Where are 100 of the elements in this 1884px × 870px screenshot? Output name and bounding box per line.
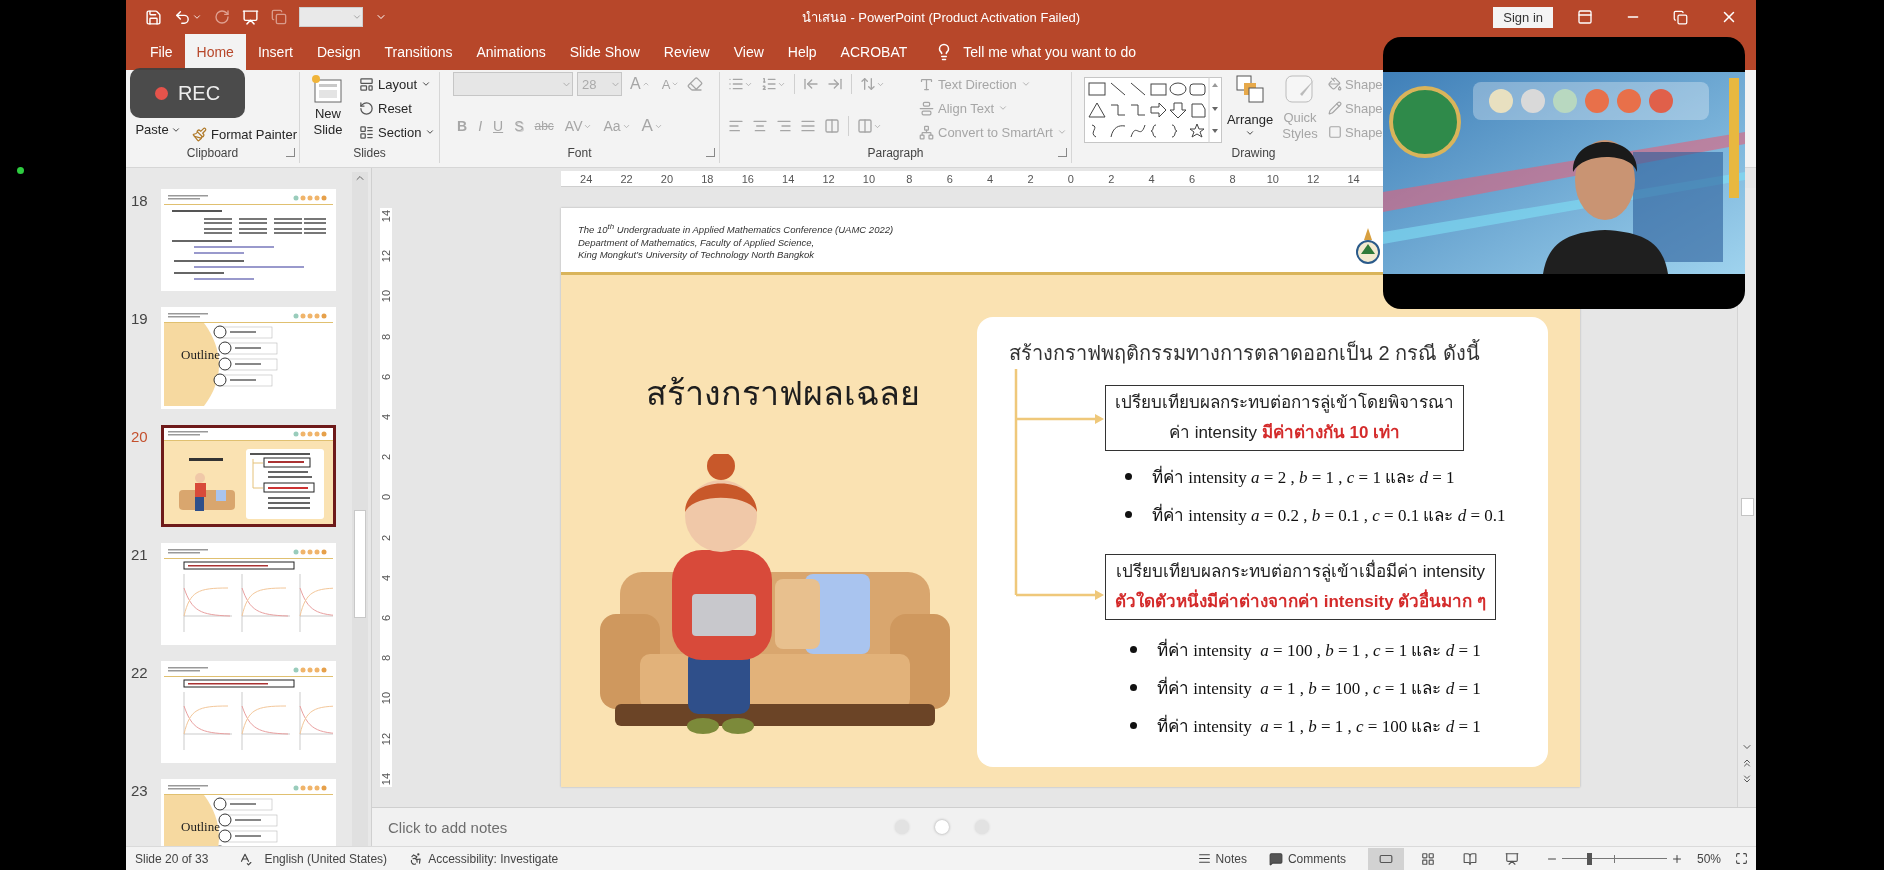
bullets-icon[interactable]	[728, 76, 744, 92]
ruler-label: 0	[380, 494, 392, 501]
zoom-thumb[interactable]	[1587, 852, 1593, 865]
layout-icon[interactable]	[359, 76, 374, 92]
fit-slide-icon[interactable]	[1735, 852, 1748, 865]
align-center-icon[interactable]	[752, 118, 768, 134]
ruler-label: 12	[380, 732, 392, 745]
notes-field[interactable]: Click to add notes	[386, 817, 786, 837]
restore-icon[interactable]	[1673, 9, 1688, 25]
format-painter-button[interactable]: Format Painter	[190, 122, 299, 143]
notes-icon[interactable]	[1197, 852, 1211, 865]
reset-icon[interactable]	[359, 100, 374, 116]
ribbon-tab[interactable]: ACROBAT	[828, 34, 920, 70]
caret-icon[interactable]	[421, 79, 432, 89]
slide-number: 22	[131, 663, 149, 681]
accessibility-icon[interactable]	[409, 851, 424, 866]
bullet-icon	[1130, 683, 1137, 691]
copy-icon[interactable]	[271, 9, 287, 25]
undo-icon[interactable]	[174, 8, 191, 26]
caret-icon[interactable]	[425, 127, 436, 137]
ruler-label: 16	[740, 172, 755, 186]
reading-view-icon[interactable]	[1462, 851, 1477, 866]
dropdown-field[interactable]	[299, 7, 363, 27]
reset-button[interactable]: Reset	[357, 96, 438, 120]
zoom-in-icon[interactable]	[1670, 852, 1683, 865]
paste-button[interactable]: Paste	[130, 122, 186, 138]
slide-number: 19	[131, 309, 149, 327]
slide-show-icon[interactable]	[1504, 851, 1519, 866]
ribbon-tab[interactable]: Design	[304, 34, 373, 70]
line-spacing-icon[interactable]	[860, 76, 876, 92]
spell-check-icon[interactable]	[238, 851, 253, 866]
ribbon-tab[interactable]: Slide Show	[557, 34, 652, 70]
group-label: Drawing	[1231, 146, 1276, 160]
increase-indent-icon[interactable]	[827, 76, 843, 92]
ruler-label: 4	[380, 574, 392, 581]
slide-thumbnail[interactable]: Outline	[161, 779, 336, 846]
section-button[interactable]: Section	[357, 120, 438, 143]
scroll-thumb[interactable]	[1740, 498, 1754, 516]
slide-title: สร้างกราฟผลเฉลย	[645, 373, 921, 414]
ruler-label: 8	[380, 333, 392, 340]
redo-icon[interactable]	[214, 9, 230, 25]
ruler-label: 2	[1026, 172, 1035, 186]
header-text: The 10$^{th}$ Undergraduate in Applied Mathematics Conference (UAMC 2022)	[578, 221, 894, 237]
columns-icon[interactable]	[857, 118, 873, 134]
search-field[interactable]: Tell me what you want to do	[961, 43, 1162, 61]
ribbon-tab[interactable]: View	[721, 34, 776, 70]
slide-thumbnail[interactable]: Outline	[161, 307, 336, 409]
zoom-slider[interactable]	[1561, 851, 1667, 866]
align-right-icon[interactable]	[776, 118, 792, 134]
dialog-launcher-icon[interactable]	[1058, 148, 1067, 157]
presentation-icon[interactable]	[242, 8, 259, 26]
ruler-label: 6	[380, 373, 392, 380]
comment-icon[interactable]	[1268, 851, 1283, 866]
ruler-label: 6	[945, 172, 954, 186]
ruler-label: 0	[1066, 172, 1075, 186]
comments-button[interactable]: Comments	[1264, 851, 1350, 866]
layout-button[interactable]: Layout	[357, 72, 438, 96]
slide-number: 23	[131, 781, 149, 799]
clear-formatting-icon[interactable]	[687, 76, 704, 92]
ribbon-tab[interactable]: Insert	[245, 34, 305, 70]
section-icon[interactable]	[359, 124, 374, 140]
scroll-thumb[interactable]	[354, 510, 366, 618]
dialog-launcher-icon[interactable]	[706, 148, 715, 157]
ruler-label: 4	[380, 413, 392, 421]
arrange-button[interactable]: Arrange	[1226, 72, 1274, 138]
slide-sorter-icon[interactable]	[1420, 851, 1435, 866]
paintbrush-icon[interactable]	[192, 126, 207, 142]
ribbon-tab[interactable]: Help	[775, 34, 829, 70]
recording-label: REC	[177, 81, 221, 105]
dialog-launcher-icon[interactable]	[286, 148, 295, 157]
accessibility-button[interactable]: Accessibility: Investigate	[405, 851, 563, 866]
ribbon-tab[interactable]: Review	[651, 34, 722, 70]
normal-view-button[interactable]	[1367, 847, 1404, 870]
distributed-icon[interactable]	[824, 118, 840, 134]
numbering-icon[interactable]	[761, 76, 777, 92]
decrease-indent-icon[interactable]	[803, 76, 819, 92]
notes-button[interactable]: Notes	[1193, 851, 1251, 866]
ribbon-tab[interactable]: Home	[184, 34, 246, 70]
ruler-label: 12	[1306, 172, 1321, 186]
caret-icon[interactable]	[170, 125, 181, 135]
ribbon-tab[interactable]: Transitions	[372, 34, 465, 70]
new-slide-icon[interactable]	[311, 74, 345, 106]
caret-icon[interactable]	[192, 12, 202, 22]
justify-icon[interactable]	[800, 118, 816, 134]
new-slide-button[interactable]: New Slide	[303, 72, 353, 138]
next-slide-icon[interactable]	[1741, 773, 1753, 785]
align-left-icon[interactable]	[728, 118, 744, 134]
arrange-icon[interactable]	[1235, 74, 1265, 104]
save-icon[interactable]	[145, 8, 162, 26]
ribbon-display-icon[interactable]	[1577, 9, 1593, 25]
bullet-text: ที่ค่า intensity a = 2 , b = 1 , c = 1 และ d = 1	[1152, 464, 1455, 489]
font-name-field[interactable]	[453, 72, 573, 96]
sign-in-button[interactable]: Sign in	[1493, 6, 1553, 28]
ribbon-tab[interactable]: Animations	[464, 34, 558, 70]
language-button[interactable]: English (United States)	[260, 851, 392, 866]
shapes-gallery[interactable]	[1084, 77, 1222, 143]
slide-number: 21	[131, 545, 149, 563]
previous-slide-icon[interactable]	[1741, 757, 1753, 769]
ribbon-tab[interactable]: File	[138, 34, 185, 70]
caret-icon[interactable]	[1245, 128, 1255, 138]
